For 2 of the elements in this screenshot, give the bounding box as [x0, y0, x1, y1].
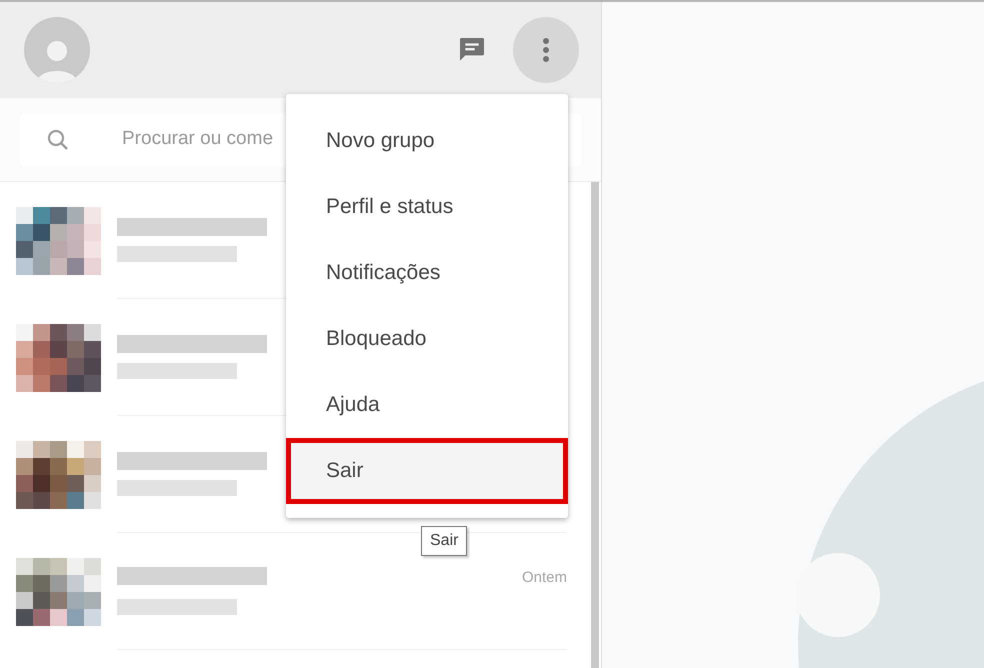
tooltip: Sair [421, 526, 468, 556]
chat-time: Ontem [522, 568, 567, 588]
